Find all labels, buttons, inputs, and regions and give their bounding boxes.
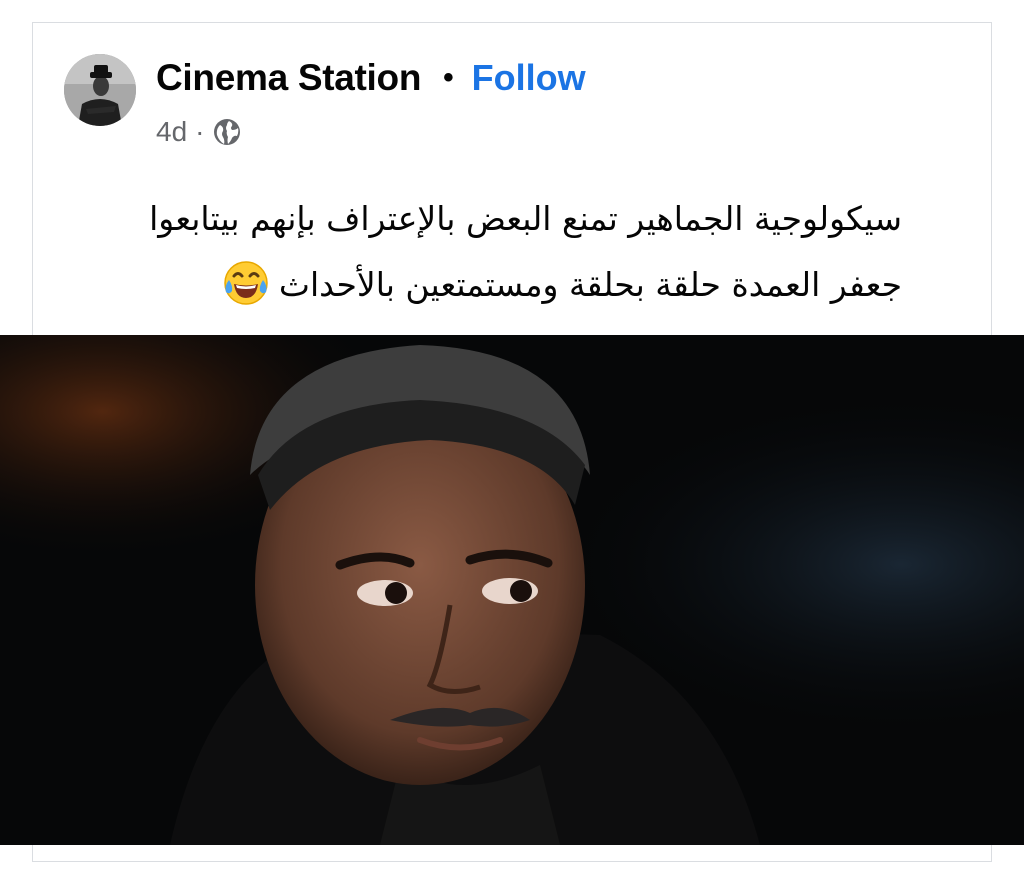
post-text-line-2: جعفر العمدة حلقة بحلقة ومستمتعين بالأحدا… — [60, 252, 902, 318]
name-separator: • — [443, 61, 454, 94]
face-with-tears-of-joy-icon — [223, 260, 269, 306]
post-text-line-2-text: جعفر العمدة حلقة بحلقة ومستمتعين بالأحدا… — [278, 265, 902, 304]
follow-button[interactable]: Follow — [472, 57, 586, 99]
page-avatar[interactable] — [64, 54, 136, 126]
globe-icon[interactable] — [212, 117, 242, 147]
page-name-link[interactable]: Cinema Station — [156, 57, 421, 99]
post-image[interactable] — [0, 335, 1024, 845]
post-timestamp[interactable]: 4d — [156, 116, 187, 148]
name-row: Cinema Station • Follow — [156, 56, 586, 100]
post-meta: 4d · — [156, 114, 242, 150]
post-message: سيكولوجية الجماهير تمنع البعض بالإعتراف … — [60, 186, 902, 318]
meta-separator: · — [195, 116, 205, 147]
post-text-line-1: سيكولوجية الجماهير تمنع البعض بالإعتراف … — [149, 199, 902, 238]
post-header: Cinema Station • Follow 4d · — [64, 52, 964, 152]
